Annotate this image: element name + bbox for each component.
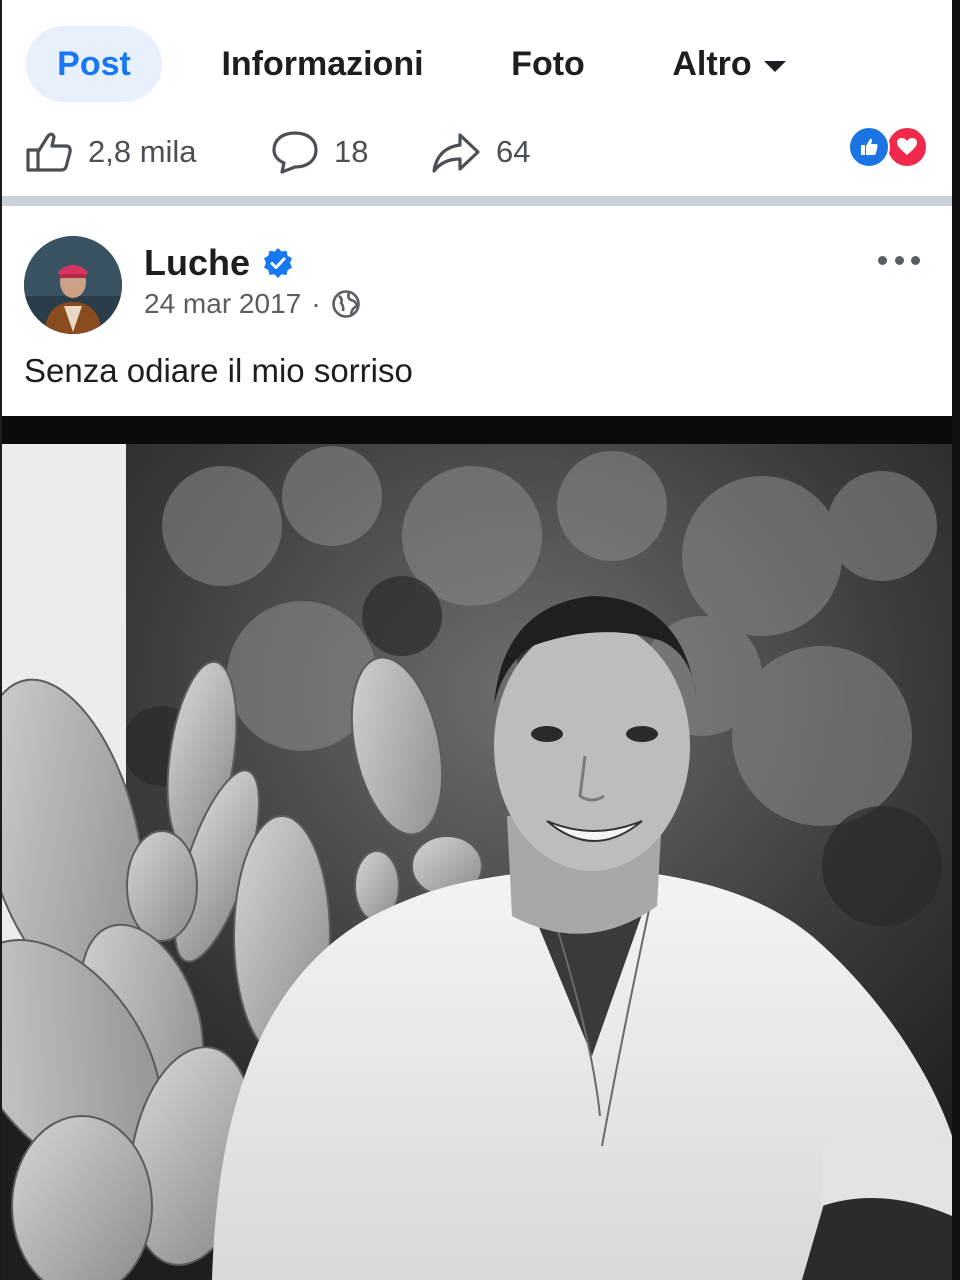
more-options-button[interactable] bbox=[878, 244, 920, 276]
globe-icon bbox=[331, 290, 360, 318]
post-photo[interactable] bbox=[2, 416, 952, 1280]
post-date[interactable]: 24 mar 2017 bbox=[144, 288, 301, 320]
post-author: Luche bbox=[144, 242, 294, 284]
tab-informazioni-label: Informazioni bbox=[221, 44, 424, 83]
thumbs-up-icon bbox=[26, 132, 72, 172]
facebook-page: Post Informazioni Foto Altro 2,8 mila 18 bbox=[0, 0, 960, 1280]
like-count: 2,8 mila bbox=[88, 134, 197, 169]
tab-informazioni[interactable]: Informazioni bbox=[200, 26, 445, 102]
tab-foto[interactable]: Foto bbox=[496, 26, 600, 102]
avatar[interactable] bbox=[24, 236, 122, 334]
meta-separator: · bbox=[311, 288, 321, 319]
dot bbox=[878, 255, 887, 265]
tab-post[interactable]: Post bbox=[26, 26, 162, 102]
verified-badge-icon bbox=[264, 248, 293, 278]
share-count: 64 bbox=[496, 134, 531, 169]
share-button[interactable]: 64 bbox=[430, 122, 530, 182]
comment-count: 18 bbox=[334, 134, 369, 169]
post-caption: Senza odiare il mio sorriso bbox=[24, 352, 413, 389]
section-divider bbox=[2, 196, 952, 206]
tab-post-label: Post bbox=[57, 44, 131, 83]
author-name[interactable]: Luche bbox=[144, 242, 250, 284]
comment-button[interactable]: 18 bbox=[270, 122, 368, 182]
tab-foto-label: Foto bbox=[511, 44, 585, 83]
tab-altro-label: Altro bbox=[672, 44, 752, 83]
post-stats-bar: 2,8 mila 18 64 bbox=[2, 112, 952, 196]
caret-down-icon bbox=[763, 60, 786, 72]
reactions-summary[interactable] bbox=[848, 126, 930, 168]
post-meta: 24 mar 2017 · bbox=[144, 288, 361, 320]
like-reaction-icon bbox=[848, 126, 890, 168]
like-button[interactable]: 2,8 mila bbox=[24, 122, 197, 182]
profile-tabs: Post Informazioni Foto Altro bbox=[2, 0, 952, 112]
love-reaction-icon bbox=[886, 126, 928, 168]
dot bbox=[894, 255, 904, 265]
tab-altro[interactable]: Altro bbox=[654, 26, 804, 102]
frame-edge-right bbox=[952, 0, 960, 1280]
share-arrow-icon bbox=[432, 133, 480, 173]
comment-bubble-icon bbox=[272, 131, 318, 174]
dot bbox=[911, 255, 920, 265]
